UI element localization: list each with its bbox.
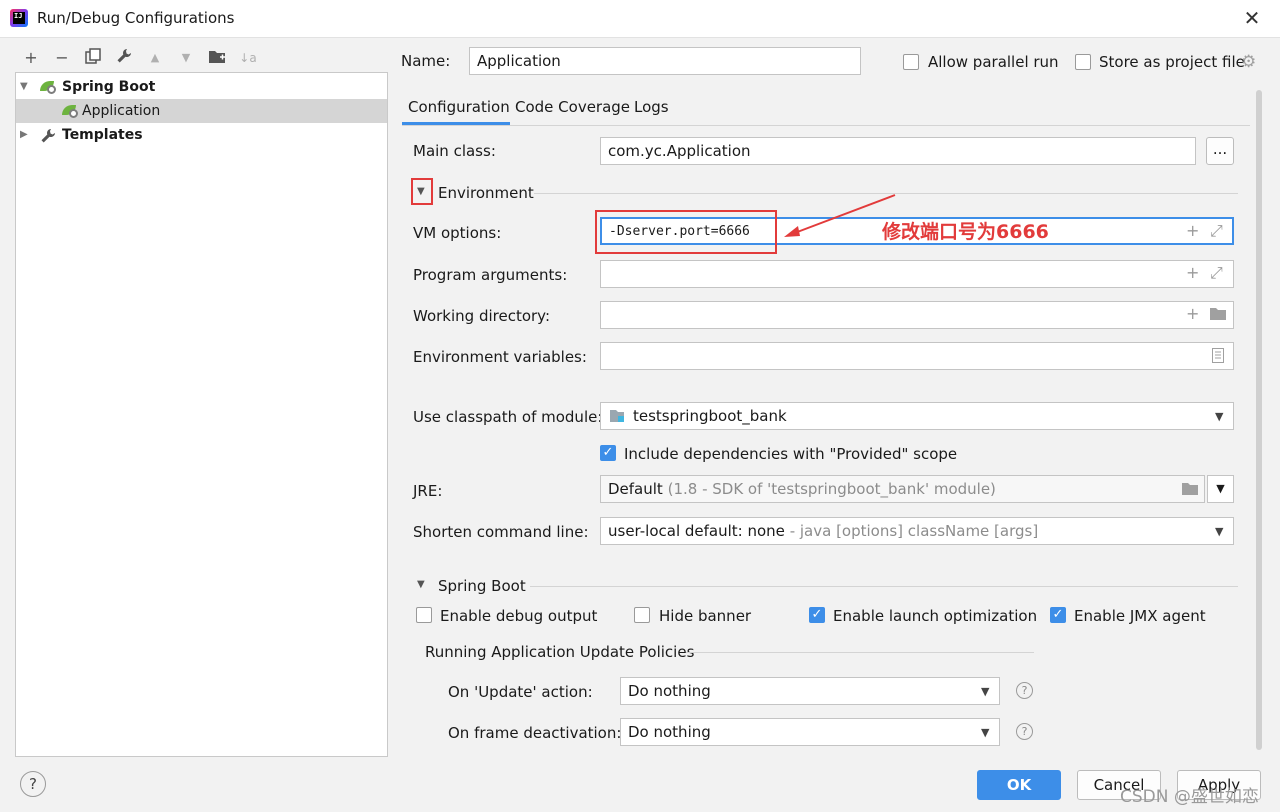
- add-icon[interactable]: +: [21, 48, 41, 68]
- on-frame-select[interactable]: Do nothing: [620, 718, 1000, 746]
- program-args-label: Program arguments:: [413, 266, 568, 284]
- name-label: Name:: [401, 52, 451, 70]
- tab-code-coverage[interactable]: Code Coverage: [515, 97, 630, 127]
- jre-value: Default: [608, 480, 663, 498]
- ok-button[interactable]: OK: [977, 770, 1061, 800]
- expand-icon[interactable]: ⤢: [1210, 264, 1223, 282]
- env-vars-label: Environment variables:: [413, 348, 587, 366]
- shorten-cmd-select[interactable]: user-local default: none - java [options…: [600, 517, 1234, 545]
- on-update-label: On 'Update' action:: [448, 683, 593, 701]
- annotation-box-environment: [411, 178, 433, 205]
- help-icon[interactable]: ?: [1016, 723, 1033, 740]
- document-icon[interactable]: [1212, 348, 1224, 367]
- collapse-arrow-icon[interactable]: ▶: [20, 123, 28, 147]
- gear-icon[interactable]: ⚙: [1241, 52, 1256, 72]
- browse-button[interactable]: ...: [1206, 137, 1234, 165]
- shorten-cmd-hint: - java [options] className [args]: [789, 522, 1039, 540]
- move-up-icon[interactable]: ▲: [145, 48, 165, 68]
- watermark: CSDN @盛世如恋: [1120, 787, 1259, 807]
- tree-item-spring-boot[interactable]: ▼ Spring Boot: [16, 75, 387, 99]
- chevron-down-icon[interactable]: ▼: [981, 726, 989, 739]
- include-deps-label: Include dependencies with "Provided" sco…: [624, 445, 958, 463]
- name-input[interactable]: Application: [469, 47, 861, 75]
- update-policies-divider: [686, 652, 1034, 653]
- add-icon[interactable]: +: [1186, 305, 1199, 323]
- allow-parallel-label: Allow parallel run: [928, 53, 1059, 71]
- expand-arrow-icon[interactable]: ▼: [20, 75, 28, 99]
- working-dir-input[interactable]: [600, 301, 1234, 329]
- copy-icon[interactable]: [83, 48, 103, 68]
- debug-output-label: Enable debug output: [440, 607, 598, 625]
- tree-item-label: Templates: [62, 127, 143, 143]
- annotation-box-vm-options: [595, 210, 777, 254]
- close-icon[interactable]: ✕: [1238, 4, 1266, 32]
- jre-input[interactable]: Default (1.8 - SDK of 'testspringboot_ba…: [600, 475, 1205, 503]
- folder-icon[interactable]: [1181, 482, 1199, 500]
- spring-boot-icon: [40, 81, 56, 94]
- tree-item-label: Spring Boot: [62, 79, 156, 95]
- tree-item-label: Application: [82, 103, 161, 119]
- working-dir-label: Working directory:: [413, 307, 551, 325]
- jre-label: JRE:: [413, 482, 443, 500]
- classpath-select[interactable]: testspringboot_bank: [600, 402, 1234, 430]
- move-down-icon[interactable]: ▼: [176, 48, 196, 68]
- debug-output-checkbox[interactable]: [416, 607, 432, 623]
- shorten-cmd-value: user-local default: none: [608, 522, 785, 540]
- hide-banner-checkbox[interactable]: [634, 607, 650, 623]
- program-args-input[interactable]: [600, 260, 1234, 288]
- on-update-select[interactable]: Do nothing: [620, 677, 1000, 705]
- shorten-cmd-label: Shorten command line:: [413, 523, 589, 541]
- chevron-down-icon: ▼: [1216, 482, 1225, 495]
- jre-hint: (1.8 - SDK of 'testspringboot_bank' modu…: [667, 480, 996, 498]
- module-icon: [610, 409, 626, 427]
- vm-options-label: VM options:: [413, 224, 502, 242]
- expand-icon[interactable]: ⤢: [1210, 222, 1223, 240]
- annotation-text: 修改端口号为6666: [882, 221, 1049, 243]
- env-vars-input[interactable]: [600, 342, 1234, 370]
- tree-item-application[interactable]: Application: [16, 99, 387, 123]
- sort-icon[interactable]: ↓a: [238, 48, 258, 68]
- spring-boot-collapse-icon[interactable]: ▼: [417, 579, 425, 590]
- jmx-agent-checkbox[interactable]: ✓: [1050, 607, 1066, 623]
- main-class-label: Main class:: [413, 142, 496, 160]
- hide-banner-label: Hide banner: [659, 607, 752, 625]
- chevron-down-icon[interactable]: ▼: [1215, 410, 1223, 423]
- main-class-input[interactable]: com.yc.Application: [600, 137, 1196, 165]
- help-button[interactable]: ?: [20, 771, 46, 797]
- tab-logs[interactable]: Logs: [634, 97, 669, 127]
- folder-icon[interactable]: [1209, 307, 1227, 325]
- add-icon[interactable]: +: [1186, 222, 1199, 240]
- jre-dropdown-button[interactable]: ▼: [1207, 475, 1234, 503]
- wrench-icon[interactable]: [114, 48, 134, 68]
- spring-boot-app-icon: [62, 105, 78, 118]
- add-icon[interactable]: +: [1186, 264, 1199, 282]
- on-frame-label: On frame deactivation:: [448, 724, 622, 742]
- jmx-agent-label: Enable JMX agent: [1074, 607, 1206, 625]
- include-deps-checkbox[interactable]: ✓: [600, 445, 616, 461]
- launch-optimization-label: Enable launch optimization: [833, 607, 1038, 625]
- spring-boot-section-label: Spring Boot: [438, 577, 526, 595]
- spring-boot-divider: [530, 586, 1238, 587]
- store-project-checkbox[interactable]: [1075, 54, 1091, 70]
- classpath-label: Use classpath of module:: [413, 408, 603, 426]
- allow-parallel-checkbox[interactable]: [903, 54, 919, 70]
- environment-section-label: Environment: [438, 184, 534, 202]
- chevron-down-icon[interactable]: ▼: [1215, 525, 1223, 538]
- configuration-tree[interactable]: ▼ Spring Boot Application ▶ Templates: [15, 72, 388, 757]
- folder-icon[interactable]: [207, 48, 227, 68]
- wrench-icon: [40, 123, 56, 147]
- chevron-down-icon[interactable]: ▼: [981, 685, 989, 698]
- update-policies-label: Running Application Update Policies: [425, 643, 695, 661]
- tab-divider: [402, 125, 1250, 126]
- intellij-logo-icon: IJ: [10, 9, 28, 27]
- store-project-label: Store as project file: [1099, 53, 1245, 71]
- window-title: Run/Debug Configurations: [37, 9, 235, 27]
- remove-icon[interactable]: −: [52, 48, 72, 68]
- scrollbar[interactable]: [1253, 90, 1265, 756]
- title-bar: IJ Run/Debug Configurations ✕: [0, 0, 1280, 38]
- tree-item-templates[interactable]: ▶ Templates: [16, 123, 387, 147]
- help-icon[interactable]: ?: [1016, 682, 1033, 699]
- launch-optimization-checkbox[interactable]: ✓: [809, 607, 825, 623]
